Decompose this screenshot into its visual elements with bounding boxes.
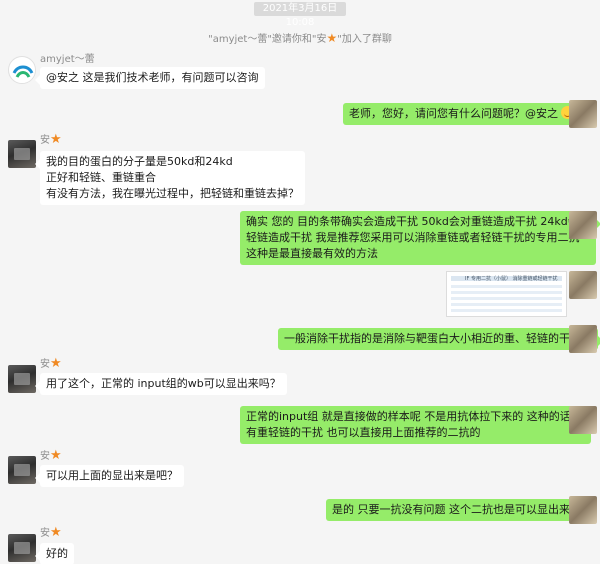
message-text-line: 正常的input组 就是直接做的样本呢 不是用抗体拉下来的 这种的话 没 (246, 410, 586, 423)
message-bubble[interactable]: 确实 您的 目的条带确实会造成干扰 50kd会对重链造成干扰 24kd会对 轻链… (240, 211, 600, 265)
star-icon: ★ (326, 31, 338, 45)
message-text-line: 轻链造成干扰 我是推荐您采用可以消除重链或者轻链干扰的专用二抗 (246, 231, 580, 244)
message-bubble[interactable]: @安之 这是我们技术老师，有问题可以咨询 (35, 67, 265, 89)
system-message-before: "amyjet～蕾"邀请你和"安 (208, 34, 327, 45)
avatar-self[interactable] (569, 325, 597, 353)
message-text-line: 我的目的蛋白的分子量是50kd和24kd (46, 155, 233, 168)
message-text: 一般消除干扰指的是消除与靶蛋白大小相近的重、轻链的干扰呢 (284, 332, 592, 345)
company-logo-icon (11, 59, 35, 83)
avatar-self[interactable] (569, 406, 597, 434)
image-caption: IF 专用二抗（小鼠） 消除重链或轻链干扰 (465, 276, 558, 282)
avatar-self[interactable] (569, 100, 597, 128)
message-bubble[interactable]: 是的 只要一抗没有问题 这个二抗也是可以显出来的 (326, 499, 592, 521)
sender-name-an: 安★ (40, 356, 62, 371)
system-message-after: "加入了群聊 (337, 34, 392, 45)
sender-name-amyjet: amyjet～蕾 (40, 54, 95, 65)
message-bubble[interactable]: 一般消除干扰指的是消除与靶蛋白大小相近的重、轻链的干扰呢 (278, 328, 600, 350)
sender-name-an: 安★ (40, 525, 62, 540)
timestamp: 2021年3月16日 10:08 (254, 2, 346, 28)
avatar-self[interactable] (569, 211, 597, 239)
star-icon: ★ (50, 448, 62, 463)
message-bubble[interactable]: 可以用上面的显出来是吧？ (35, 465, 184, 487)
message-text-line: 有重轻链的干扰 也可以直接用上面推荐的二抗的 (246, 426, 481, 439)
message-text: 好的 (46, 547, 68, 560)
message-bubble[interactable]: 老师，您好，请问您有什么问题呢？@安之 (343, 103, 585, 125)
message-bubble[interactable]: 用了这个，正常的 input组的wb可以显出来吗？ (35, 373, 287, 395)
image-message[interactable]: IF 专用二抗（小鼠） 消除重链或轻链干扰 (446, 271, 567, 317)
message-bubble[interactable]: 好的 (35, 543, 74, 564)
star-icon: ★ (50, 132, 62, 147)
avatar-amyjet[interactable] (8, 56, 36, 84)
avatar-an[interactable] (8, 365, 36, 393)
message-text-line: 这种是最直接最有效的方法 (246, 247, 378, 260)
message-text: @安之 这是我们技术老师，有问题可以咨询 (46, 71, 259, 84)
message-bubble[interactable]: 我的目的蛋白的分子量是50kd和24kd 正好和轻链、重链重合 有没有方法，我在… (35, 151, 305, 205)
message-text-line: 确实 您的 目的条带确实会造成干扰 50kd会对重链造成干扰 24kd会对 (246, 215, 590, 228)
avatar-an[interactable] (8, 456, 36, 484)
sender-name-an: 安★ (40, 132, 62, 147)
star-icon: ★ (50, 525, 62, 540)
sender-name-an: 安★ (40, 448, 62, 463)
message-bubble[interactable]: 正常的input组 就是直接做的样本呢 不是用抗体拉下来的 这种的话 没 有重轻… (240, 406, 597, 444)
avatar-an[interactable] (8, 140, 36, 168)
system-message: "amyjet～蕾"邀请你和"安★"加入了群聊 (0, 30, 600, 45)
message-text: 用了这个，正常的 input组的wb可以显出来吗？ (46, 377, 281, 390)
avatar-an[interactable] (8, 534, 36, 562)
message-text-line: 有没有方法，我在曝光过程中，把轻链和重链去掉？ (46, 187, 299, 200)
avatar-self[interactable] (569, 271, 597, 299)
message-text: 老师，您好，请问您有什么问题呢？@安之 (349, 107, 558, 120)
message-text: 是的 只要一抗没有问题 这个二抗也是可以显出来的 (332, 503, 581, 516)
avatar-self[interactable] (569, 496, 597, 524)
star-icon: ★ (50, 356, 62, 371)
message-text-line: 正好和轻链、重链重合 (46, 171, 156, 184)
message-text: 可以用上面的显出来是吧？ (46, 469, 178, 482)
